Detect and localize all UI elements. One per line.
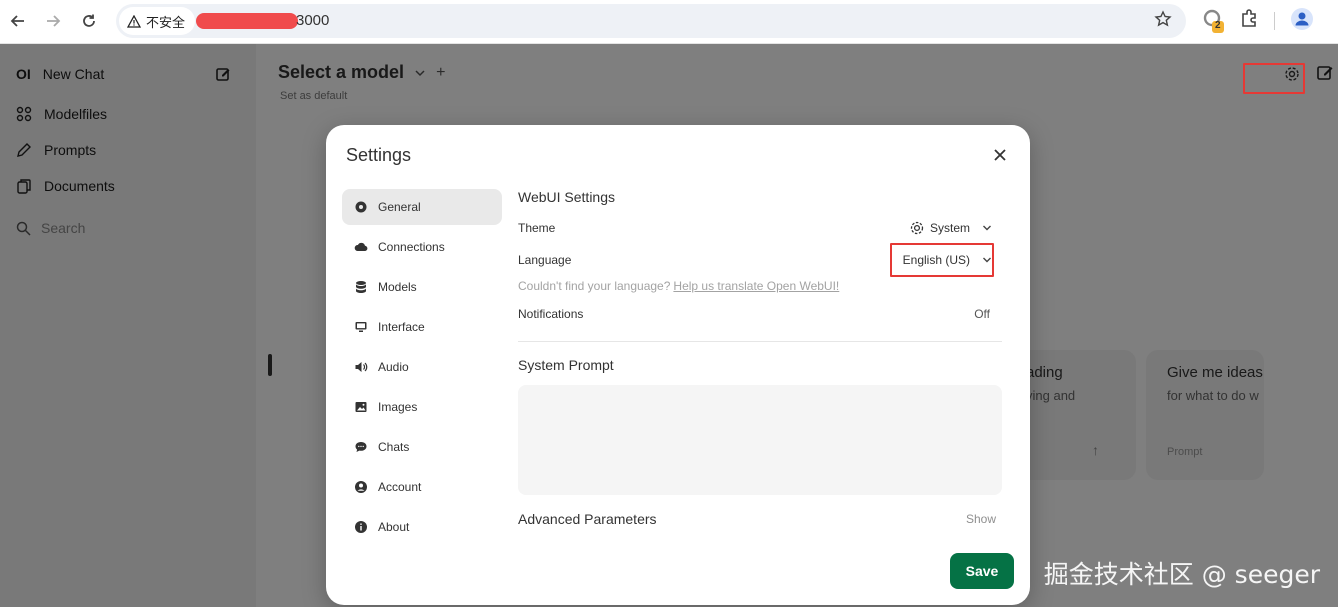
language-help-text: Couldn't find your language? [518, 279, 671, 293]
theme-label: Theme [518, 221, 556, 235]
gear-icon [355, 201, 367, 213]
user-icon [355, 481, 367, 493]
settings-modal: Settings General Connections Models Inte… [326, 125, 1030, 605]
tab-audio[interactable]: Audio [342, 349, 502, 385]
extension-icon[interactable]: 2 [1202, 8, 1226, 39]
notifications-label: Notifications [518, 307, 584, 321]
url-text: 3000 [296, 12, 330, 29]
tab-models[interactable]: Models [342, 269, 502, 305]
security-indicator[interactable]: 不安全 [119, 7, 196, 35]
chevron-down-icon [983, 225, 991, 231]
tab-label: Account [378, 480, 422, 494]
database-icon [356, 281, 366, 293]
notifications-row: Notifications Off [518, 307, 1002, 321]
tab-label: Images [378, 400, 418, 414]
theme-select[interactable]: System [910, 221, 992, 235]
language-label: Language [518, 253, 572, 267]
tab-label: General [378, 200, 421, 214]
puzzle-icon[interactable] [1240, 8, 1260, 33]
tab-label: Interface [378, 320, 425, 334]
profile-avatar[interactable] [1291, 8, 1313, 35]
browser-toolbar: 不安全 3000 2 [0, 0, 1338, 44]
language-help: Couldn't find your language? Help us tran… [518, 279, 839, 293]
warning-icon [127, 14, 141, 28]
tab-label: Audio [378, 360, 409, 374]
tab-label: Connections [378, 240, 445, 254]
highlight-box-settings [1243, 63, 1305, 94]
cloud-icon [354, 242, 368, 252]
tab-images[interactable]: Images [342, 389, 502, 425]
bookmark-star-icon[interactable] [1154, 10, 1172, 33]
speaker-icon [355, 362, 368, 372]
tab-about[interactable]: About [342, 509, 502, 545]
theme-row: Theme System [518, 221, 1002, 235]
image-icon [355, 402, 367, 412]
divider [518, 341, 1002, 342]
system-prompt-input[interactable] [518, 385, 1002, 495]
toolbar-divider [1274, 12, 1275, 30]
system-prompt-heading: System Prompt [518, 357, 614, 373]
tab-label: Models [378, 280, 417, 294]
settings-tabs: General Connections Models Interface Aud… [342, 189, 502, 549]
security-label: 不安全 [146, 14, 186, 30]
advanced-show-toggle[interactable]: Show [966, 512, 996, 526]
close-icon[interactable] [990, 145, 1010, 165]
back-icon[interactable] [4, 8, 32, 34]
tab-interface[interactable]: Interface [342, 309, 502, 345]
translate-link[interactable]: Help us translate Open WebUI! [673, 279, 839, 293]
general-settings-panel: WebUI Settings Theme System Language Eng… [518, 189, 1002, 527]
system-theme-icon [910, 221, 924, 235]
reload-icon[interactable] [75, 8, 103, 34]
theme-value: System [929, 221, 970, 235]
monitor-icon [355, 322, 367, 332]
advanced-parameters-row: Advanced Parameters Show [518, 511, 996, 527]
tab-label: About [378, 520, 410, 534]
redacted-url-mark [196, 13, 298, 29]
highlight-box-language [890, 243, 994, 277]
extension-badge: 2 [1215, 20, 1221, 31]
tab-label: Chats [378, 440, 410, 454]
webui-settings-heading: WebUI Settings [518, 189, 616, 205]
info-icon [355, 521, 367, 533]
tab-chats[interactable]: Chats [342, 429, 502, 465]
tab-connections[interactable]: Connections [342, 229, 502, 265]
forward-icon[interactable] [39, 8, 67, 34]
tab-account[interactable]: Account [342, 469, 502, 505]
watermark: 掘金技术社区 @ seeger [1043, 560, 1320, 589]
modal-title: Settings [346, 145, 412, 165]
advanced-parameters-heading: Advanced Parameters [518, 511, 657, 527]
chat-icon [355, 442, 367, 452]
notifications-toggle[interactable]: Off [974, 307, 990, 321]
address-bar[interactable]: 不安全 3000 [116, 4, 1186, 38]
save-button[interactable]: Save [950, 553, 1014, 589]
tab-general[interactable]: General [342, 189, 502, 225]
